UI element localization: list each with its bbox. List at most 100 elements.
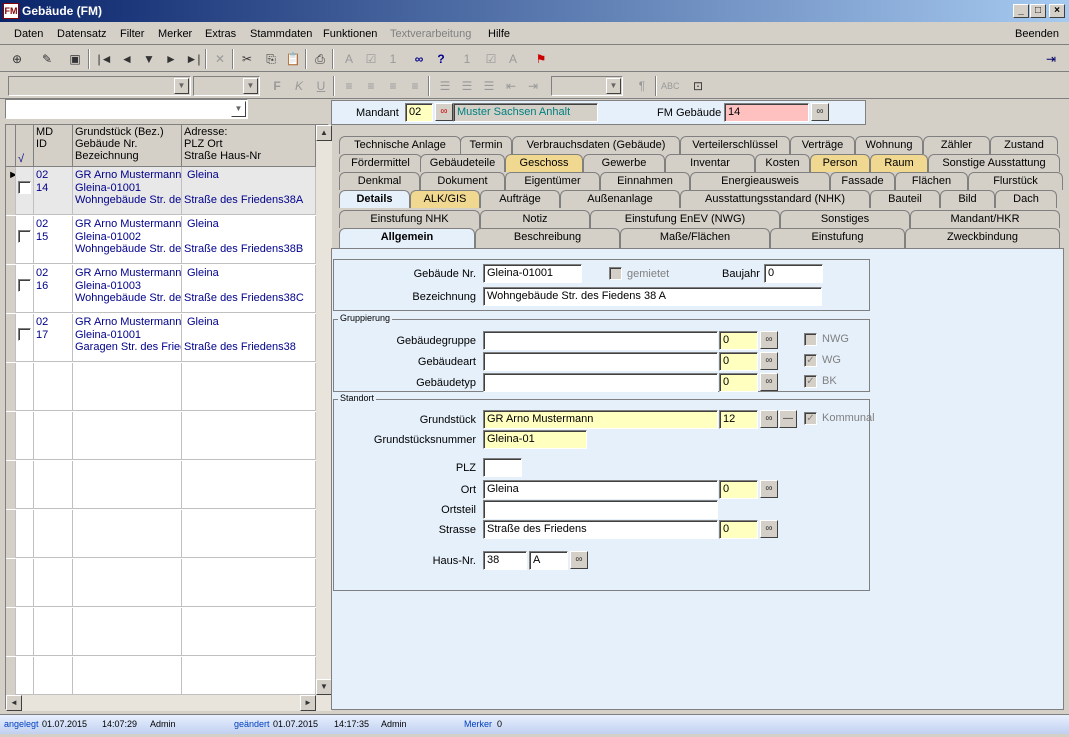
strasse-search-icon[interactable]: ∞ — [760, 520, 778, 538]
outdent-icon[interactable]: ⇤ — [502, 77, 520, 95]
cut-icon[interactable]: ✂ — [238, 50, 256, 68]
table-row[interactable]: ► 0214GR Arno MustermannGleina-01001Wohng… — [6, 167, 316, 215]
filter-combo[interactable]: ▼ — [5, 99, 248, 119]
fm-gebaeude-field[interactable]: 14 — [724, 103, 809, 122]
align-right-icon[interactable]: ≡ — [384, 77, 402, 95]
italic-icon[interactable]: K — [290, 77, 308, 95]
tab-einstufung-nhk[interactable]: Einstufung NHK — [339, 210, 480, 228]
scroll-right-icon[interactable]: ► — [300, 695, 316, 711]
grid-horizontal-scrollbar[interactable]: ◄ ► — [6, 695, 332, 711]
indent-icon[interactable]: ⇥ — [524, 77, 542, 95]
scroll-up-icon[interactable]: ▲ — [316, 125, 332, 141]
grundstuecksnummer-field[interactable]: Gleina-01 — [483, 430, 587, 449]
menu-funktionen[interactable]: Funktionen — [323, 28, 377, 40]
wg-checkbox[interactable]: ✓ — [804, 354, 817, 367]
row-checkbox[interactable] — [18, 230, 31, 243]
numbered-list-icon[interactable]: ☰ — [436, 77, 454, 95]
tab-bauteil[interactable]: Bauteil — [870, 190, 940, 208]
menu-textverarbeitung[interactable]: Textverarbeitung — [390, 28, 471, 40]
gebaeudetyp-num[interactable]: 0 — [719, 373, 758, 392]
align-left-icon[interactable]: ≡ — [340, 77, 358, 95]
paragraph-icon[interactable]: ¶ — [633, 77, 651, 95]
gebaeudegruppe-search-icon[interactable]: ∞ — [760, 331, 778, 349]
tab-dach[interactable]: Dach — [995, 190, 1057, 208]
text-a-icon[interactable]: A — [340, 50, 358, 68]
tab-verteilerschlüssel[interactable]: Verteilerschlüssel — [680, 136, 790, 154]
tab-termin[interactable]: Termin — [460, 136, 512, 154]
tab-sonstiges[interactable]: Sonstiges — [780, 210, 910, 228]
tab-denkmal[interactable]: Denkmal — [339, 172, 420, 190]
grundstueck-clear-icon[interactable]: — — [779, 410, 797, 428]
edit-icon[interactable]: ✎ — [38, 50, 56, 68]
row-checkbox[interactable] — [18, 328, 31, 341]
baujahr-field[interactable]: 0 — [764, 264, 823, 283]
last-record-icon[interactable]: ►| — [184, 50, 202, 68]
maximize-button[interactable]: □ — [1030, 4, 1046, 18]
gebaeudeart-search-icon[interactable]: ∞ — [760, 352, 778, 370]
tab-dokument[interactable]: Dokument — [420, 172, 505, 190]
gebaeudeart-num[interactable]: 0 — [719, 352, 758, 371]
tab-gebäudeteile[interactable]: Gebäudeteile — [420, 154, 505, 172]
menu-extras[interactable]: Extras — [205, 28, 236, 40]
grid-vertical-scrollbar[interactable]: ▲ ▼ — [316, 125, 332, 695]
gebaeudetyp-field[interactable] — [483, 373, 718, 392]
tab-raum[interactable]: Raum — [870, 154, 928, 172]
bold-icon[interactable]: F — [268, 77, 286, 95]
tab-eigentümer[interactable]: Eigentümer — [505, 172, 600, 190]
bezeichnung-field[interactable]: Wohngebäude Str. des Fiedens 38 A — [483, 287, 822, 306]
bullet-list-icon[interactable]: ☰ — [458, 77, 476, 95]
tab-wohnung[interactable]: Wohnung — [855, 136, 923, 154]
tab-inventar[interactable]: Inventar — [665, 154, 755, 172]
scroll-down-icon[interactable]: ▼ — [316, 679, 332, 695]
copy-icon[interactable]: ⎘ — [262, 50, 280, 68]
menu-merker[interactable]: Merker — [158, 28, 192, 40]
first-record-icon[interactable]: |◄ — [96, 50, 114, 68]
ort-num[interactable]: 0 — [719, 480, 758, 499]
plz-field[interactable] — [483, 458, 522, 477]
align-center-icon[interactable]: ≡ — [362, 77, 380, 95]
gebaeudeart-field[interactable] — [483, 352, 718, 371]
tab-maße-flächen[interactable]: Maße/Flächen — [620, 228, 770, 248]
tab-fördermittel[interactable]: Fördermittel — [339, 154, 422, 172]
gebaeudegruppe-field[interactable] — [483, 331, 718, 350]
hausnr-zusatz-field[interactable]: A — [529, 551, 568, 570]
md-id-header[interactable]: MD ID — [34, 125, 73, 167]
copy-record-icon[interactable]: ▣ — [66, 50, 84, 68]
tab-beschreibung[interactable]: Beschreibung — [475, 228, 620, 248]
filter-icon[interactable]: ▼ — [140, 50, 158, 68]
minimize-button[interactable]: _ — [1013, 4, 1029, 18]
underline-icon[interactable]: U — [312, 77, 330, 95]
scroll-left-icon[interactable]: ◄ — [6, 695, 22, 711]
exit-icon[interactable]: ⇥ — [1042, 50, 1060, 68]
print-icon[interactable]: ⎙ — [311, 50, 329, 68]
menu-filter[interactable]: Filter — [120, 28, 144, 40]
ortsteil-field[interactable] — [483, 500, 718, 519]
next-record-icon[interactable]: ► — [162, 50, 180, 68]
tab-alk-gis[interactable]: ALK/GIS — [410, 190, 480, 208]
check-box-icon[interactable]: ☑ — [482, 50, 500, 68]
close-button[interactable]: × — [1049, 4, 1065, 18]
row-checkbox[interactable] — [18, 279, 31, 292]
tab-geschoss[interactable]: Geschoss — [505, 154, 583, 172]
tab-person[interactable]: Person — [810, 154, 870, 172]
delete-icon[interactable]: ✕ — [211, 50, 229, 68]
page-icon[interactable]: ⊡ — [689, 77, 707, 95]
nwg-checkbox[interactable] — [804, 333, 817, 346]
kommunal-checkbox[interactable]: ✓ — [804, 412, 817, 425]
a-box-icon[interactable]: A — [504, 50, 522, 68]
row-checkbox[interactable] — [18, 181, 31, 194]
bk-checkbox[interactable]: ✓ — [804, 375, 817, 388]
tab-verbrauchsdaten-gebäude-[interactable]: Verbrauchsdaten (Gebäude) — [512, 136, 680, 154]
check-icon[interactable]: ☑ — [362, 50, 380, 68]
adresse-header[interactable]: Adresse: PLZ Ort Straße Haus-Nr — [182, 125, 316, 167]
ort-search-icon[interactable]: ∞ — [760, 480, 778, 498]
font-name-combo[interactable]: ▼ — [8, 76, 191, 96]
grundstueck-field[interactable]: GR Arno Mustermann — [483, 410, 718, 429]
fm-gebaeude-search-icon[interactable]: ∞ — [811, 103, 829, 121]
tab-einstufung[interactable]: Einstufung — [770, 228, 905, 248]
tab-energieausweis[interactable]: Energieausweis — [690, 172, 830, 190]
tab-fassade[interactable]: Fassade — [830, 172, 895, 190]
tab-gewerbe[interactable]: Gewerbe — [583, 154, 665, 172]
tab-außenanlage[interactable]: Außenanlage — [560, 190, 680, 208]
table-row[interactable]: 02 16 GR Arno Mustermann Gleina-01003 Wohnge… — [6, 265, 316, 313]
